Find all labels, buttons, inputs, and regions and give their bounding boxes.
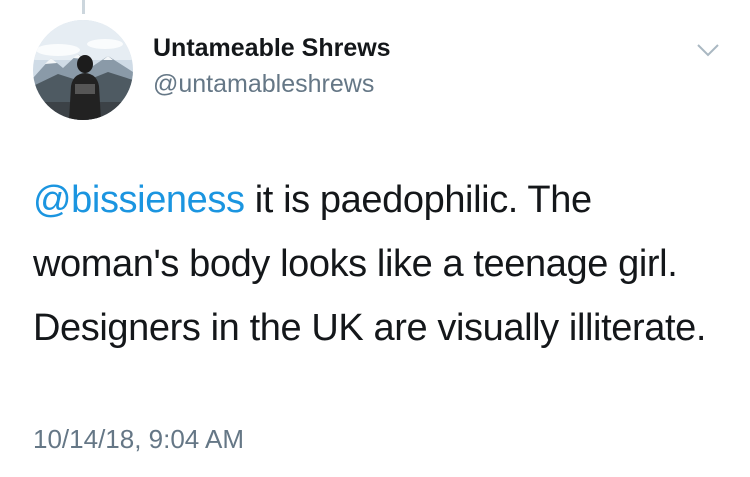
chevron-down-icon[interactable]	[696, 42, 720, 58]
avatar-image	[33, 20, 133, 120]
mention-link[interactable]: @bissieness	[33, 179, 245, 221]
tweet-timestamp[interactable]: 10/14/18, 9:04 AM	[33, 424, 244, 455]
avatar[interactable]	[33, 20, 133, 120]
author-display-name[interactable]: Untameable Shrews	[153, 34, 391, 63]
thread-connector-line	[82, 0, 85, 14]
author-handle[interactable]: @untamableshrews	[153, 70, 374, 99]
tweet-text: @bissieness it is paedophilic. The woman…	[33, 168, 723, 360]
